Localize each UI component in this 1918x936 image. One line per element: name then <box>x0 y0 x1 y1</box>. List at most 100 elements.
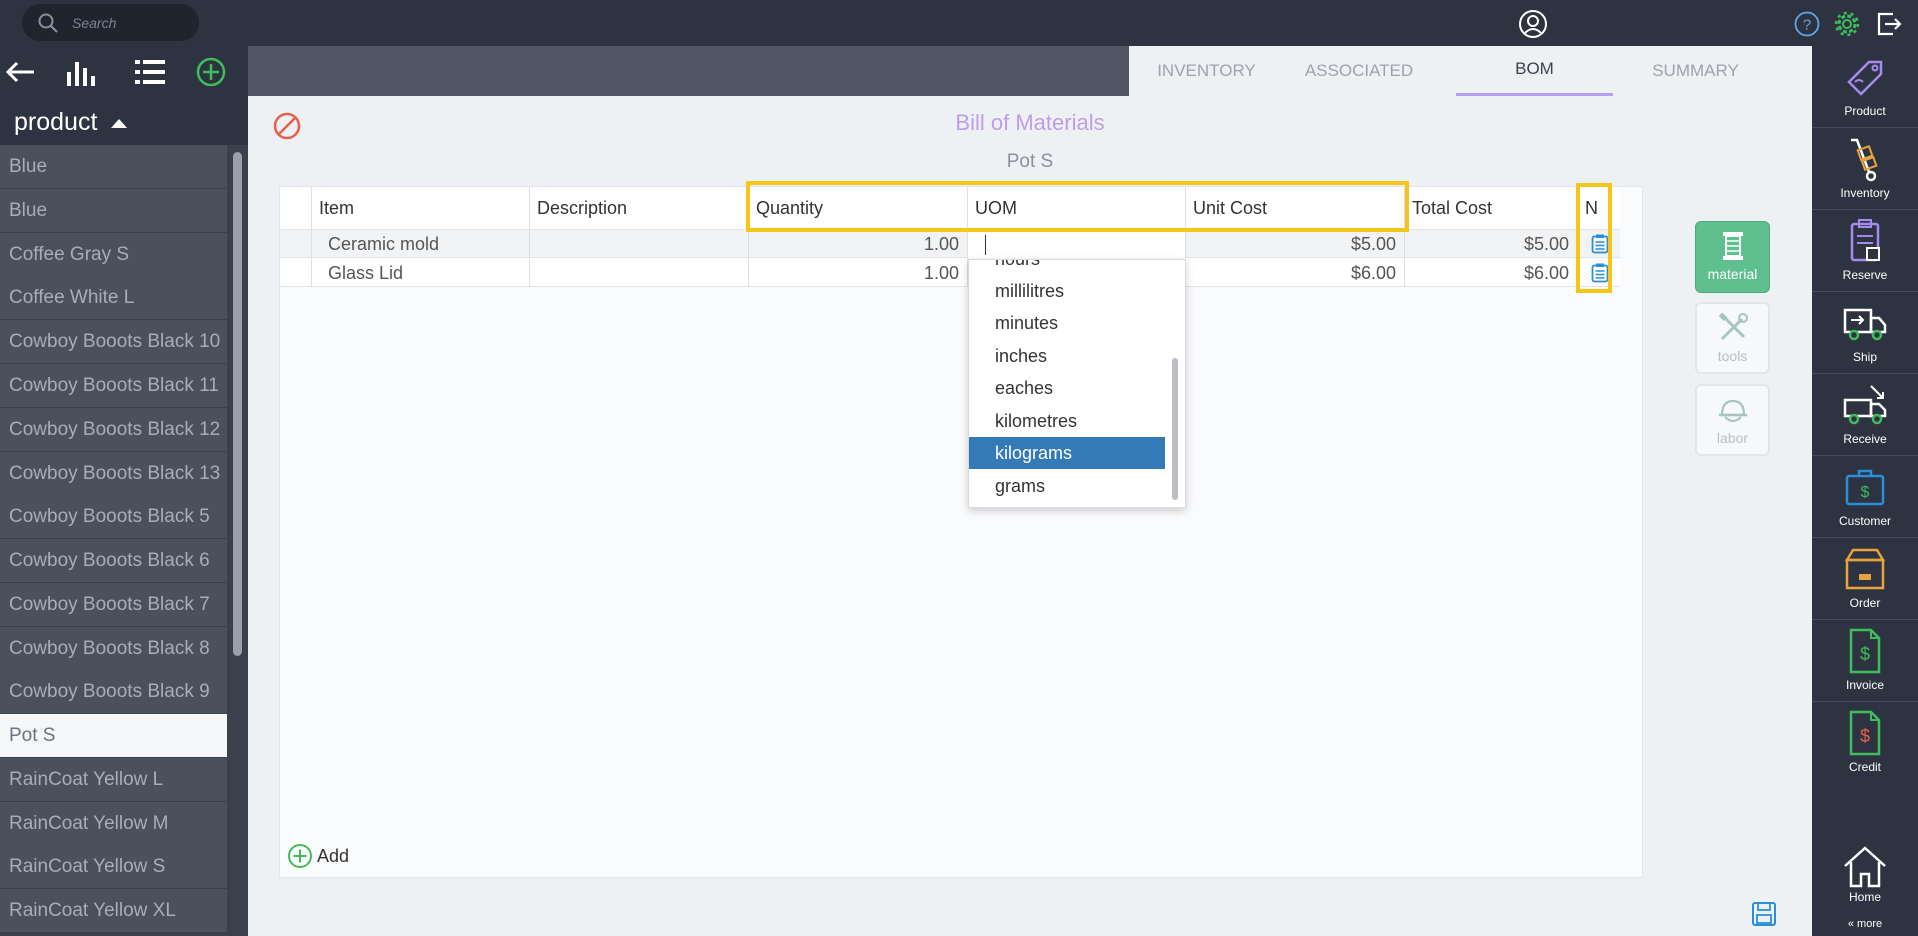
cell-total-cost[interactable]: $6.00 <box>1405 259 1578 287</box>
cell-uom[interactable] <box>968 230 1186 258</box>
user-icon[interactable] <box>1518 9 1548 39</box>
page-subtitle: Pot S <box>1006 151 1054 172</box>
bar-chart-icon[interactable] <box>62 54 98 90</box>
dropdown-option[interactable]: inches <box>969 340 1165 372</box>
list-item[interactable]: Coffee Gray S <box>0 233 227 276</box>
list-item-selected[interactable]: Pot S <box>0 714 227 757</box>
dropdown-option-selected[interactable]: kilograms <box>969 437 1165 469</box>
product-list: Blue Blue Coffee Gray S Coffee White L C… <box>0 145 248 936</box>
list-item[interactable]: RainCoat Yellow L <box>0 758 227 801</box>
cell-unit-cost[interactable]: $5.00 <box>1186 230 1405 258</box>
list-item[interactable]: RainCoat Yellow S <box>0 845 227 888</box>
notes-icon[interactable] <box>1591 234 1609 254</box>
sidebar-item-credit[interactable]: $ Credit <box>1812 702 1918 783</box>
list-item[interactable]: Cowboy Booots Black 8 <box>0 627 227 670</box>
sidebar-item-label: Inventory <box>1840 186 1890 200</box>
header-uom[interactable]: UOM <box>968 187 1186 230</box>
invoice-doc-icon: $ <box>1849 628 1881 674</box>
sidebar-item-ship[interactable]: Ship <box>1812 292 1918 373</box>
cell-item[interactable]: Glass Lid <box>312 259 530 287</box>
truck-receive-icon <box>1843 385 1887 425</box>
sidebar-item-invoice[interactable]: $ Invoice <box>1812 620 1918 701</box>
svg-text:$: $ <box>1860 644 1870 664</box>
list-icon[interactable] <box>132 54 168 90</box>
add-circle-icon[interactable] <box>193 54 229 90</box>
dropdown-option[interactable]: grams <box>969 470 1165 502</box>
sidebar-item-inventory[interactable]: Inventory <box>1812 128 1918 209</box>
sidebar-item-customer[interactable]: $ Customer <box>1812 456 1918 537</box>
add-row-button[interactable]: Add <box>287 843 349 869</box>
cell-description[interactable] <box>530 230 749 258</box>
dropdown-option[interactable]: eaches <box>969 372 1165 404</box>
spool-icon <box>1722 232 1743 260</box>
list-item[interactable]: RainCoat Yellow XL <box>0 889 227 932</box>
back-arrow-icon[interactable] <box>2 54 38 90</box>
tab-bar: INVENTORY ASSOCIATED BOM SUMMARY <box>1129 46 1812 96</box>
notes-icon[interactable] <box>1591 263 1609 283</box>
list-item[interactable]: Cowboy Booots Black 6 <box>0 539 227 582</box>
sidebar-item-order[interactable]: Order <box>1812 538 1918 619</box>
dropdown-scrollbar[interactable] <box>1172 358 1178 500</box>
tab-summary[interactable]: SUMMARY <box>1613 46 1778 96</box>
dropdown-option[interactable]: hours <box>969 260 1165 275</box>
list-scrollbar[interactable] <box>233 152 242 656</box>
cell-unit-cost[interactable]: $6.00 <box>1186 259 1405 287</box>
header-total-cost[interactable]: Total Cost <box>1405 187 1578 230</box>
dropdown-option[interactable]: millilitres <box>969 275 1165 307</box>
tab-inventory[interactable]: INVENTORY <box>1129 46 1284 96</box>
logout-icon[interactable] <box>1875 10 1903 38</box>
tools-button[interactable]: tools <box>1695 302 1770 374</box>
list-item[interactable]: RainCoat Yellow M <box>0 802 227 845</box>
cell-item[interactable]: Ceramic mold <box>312 230 530 258</box>
list-item[interactable]: Cowboy Booots Black 5 <box>0 495 227 538</box>
sidebar-item-home[interactable]: Home <box>1812 838 1918 904</box>
cell-quantity[interactable]: 1.00 <box>749 259 968 287</box>
table-row[interactable]: Glass Lid 1.00 $6.00 $6.00 <box>280 259 1620 287</box>
sidebar-item-label: Customer <box>1838 514 1891 528</box>
sidebar-item-product[interactable]: Product <box>1812 46 1918 127</box>
list-item[interactable]: Blue <box>0 145 227 188</box>
save-icon[interactable] <box>1751 901 1777 927</box>
no-entry-icon[interactable] <box>272 111 302 141</box>
tag-icon <box>1847 60 1883 96</box>
sidebar-item-label: Receive <box>1843 432 1887 446</box>
list-item[interactable]: Cowboy Booots Black 13 <box>0 452 227 495</box>
uom-dropdown[interactable]: hours millilitres minutes inches eaches … <box>968 259 1186 508</box>
list-item[interactable]: Cowboy Booots Black 12 <box>0 408 227 451</box>
list-item[interactable]: Cowboy Booots Black 11 <box>0 364 227 407</box>
svg-text:$: $ <box>1860 726 1870 746</box>
sidebar-item-receive[interactable]: Receive <box>1812 374 1918 455</box>
header-item[interactable]: Item <box>312 187 530 230</box>
list-item[interactable]: Cowboy Booots Black 10 <box>0 320 227 363</box>
help-icon[interactable]: ? <box>1794 11 1820 37</box>
list-item[interactable]: Cowboy Booots Black 9 <box>0 670 227 713</box>
labor-button[interactable]: labor <box>1695 384 1770 456</box>
search-icon <box>38 13 58 33</box>
cell-description[interactable] <box>530 259 749 287</box>
list-item[interactable]: Cowboy Booots Black 7 <box>0 583 227 626</box>
gear-icon[interactable] <box>1832 9 1862 39</box>
sidebar-item-reserve[interactable]: Reserve <box>1812 210 1918 291</box>
header-quantity[interactable]: Quantity <box>749 187 968 230</box>
header-unit-cost[interactable]: Unit Cost <box>1186 187 1405 230</box>
search-box[interactable]: Search <box>22 4 199 41</box>
tools-label: tools <box>1717 348 1748 364</box>
home-icon <box>1844 846 1886 888</box>
row-handle <box>280 230 312 258</box>
material-button[interactable]: material <box>1695 221 1770 293</box>
table-row[interactable]: Ceramic mold 1.00 $5.00 $5.00 <box>280 230 1620 258</box>
cell-quantity[interactable]: 1.00 <box>749 230 968 258</box>
search-input[interactable]: Search <box>72 15 116 31</box>
dropdown-option[interactable]: minutes <box>969 307 1165 339</box>
tab-bom[interactable]: BOM <box>1456 46 1613 96</box>
header-description[interactable]: Description <box>530 187 749 230</box>
header-notes[interactable]: N <box>1578 187 1620 230</box>
tab-associated[interactable]: ASSOCIATED <box>1284 46 1434 96</box>
list-item[interactable]: Coffee White L <box>0 276 227 319</box>
labor-label: labor <box>1716 430 1749 446</box>
list-item[interactable]: Blue <box>0 189 227 232</box>
list-header[interactable]: product <box>0 99 248 145</box>
dropdown-option[interactable]: kilometres <box>969 405 1165 437</box>
cell-total-cost[interactable]: $5.00 <box>1405 230 1578 258</box>
more-link[interactable]: « more <box>1812 918 1918 930</box>
